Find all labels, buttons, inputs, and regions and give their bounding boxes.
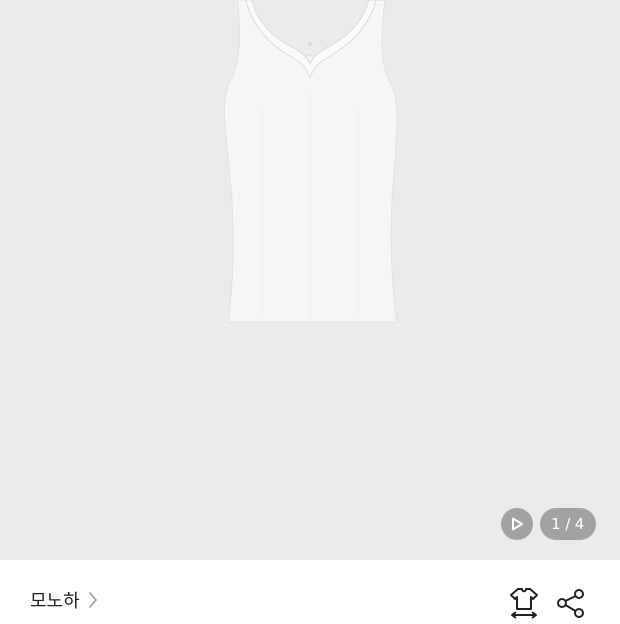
product-image[interactable] xyxy=(0,0,620,560)
page-separator: / xyxy=(565,515,571,533)
share-icon xyxy=(557,589,584,618)
page-current: 1 xyxy=(551,515,562,533)
video-play-button[interactable] xyxy=(501,508,533,540)
chevron-right-icon xyxy=(88,591,98,609)
brand-link[interactable]: 모노하 xyxy=(30,586,98,614)
image-page-counter: 1 / 4 xyxy=(540,508,596,540)
size-guide-button[interactable] xyxy=(507,586,541,620)
play-icon xyxy=(512,517,523,531)
share-button[interactable] xyxy=(554,586,588,620)
product-image-gallery[interactable]: 1 / 4 xyxy=(0,0,620,560)
page-total: 4 xyxy=(574,515,585,533)
size-guide-icon xyxy=(510,588,538,619)
brand-name: 모노하 xyxy=(30,591,80,612)
